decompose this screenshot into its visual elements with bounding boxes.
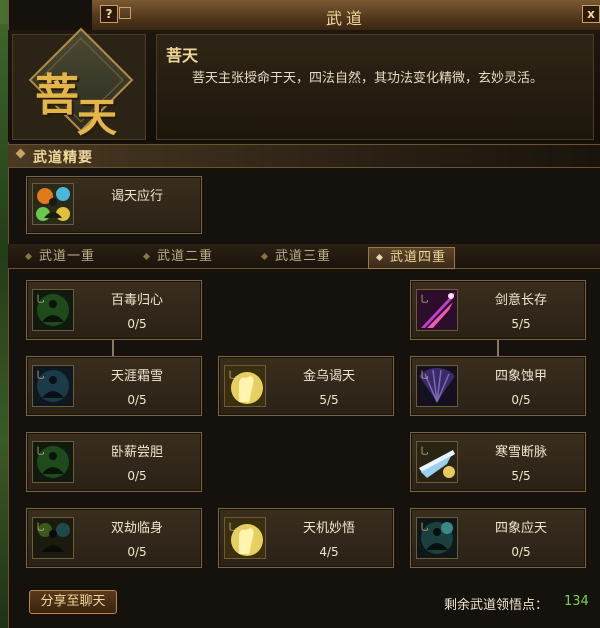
- skill-card[interactable]: 乚 寒雪断脉 5/5: [410, 432, 586, 492]
- skill-level: 0/5: [127, 469, 147, 483]
- share-to-chat-button[interactable]: 分享至聊天: [29, 590, 117, 614]
- skill-level: 0/5: [511, 545, 531, 559]
- golden-palm-icon: 乚: [224, 517, 266, 559]
- tab-tier-3[interactable]: 武道三重: [260, 247, 331, 267]
- school-description: 菩天主张授命于天，四法自然，其功法变化精微，玄妙灵活。: [192, 71, 544, 86]
- skill-card[interactable]: 乚 剑意长存 5/5: [410, 280, 586, 340]
- skill-level: 0/5: [127, 545, 147, 559]
- skill-name: 四象应天: [494, 521, 547, 536]
- skill-name: 天机妙悟: [302, 521, 355, 536]
- skill-card[interactable]: 乚 百毒归心 0/5: [26, 280, 202, 340]
- tree-connector: [497, 340, 499, 356]
- skill-name: 剑意长存: [494, 293, 547, 308]
- skill-card[interactable]: 乚 天涯霜雪 0/5: [26, 356, 202, 416]
- close-button[interactable]: x: [582, 5, 600, 23]
- school-emblem: 菩 天: [12, 27, 146, 141]
- skill-level: 4/5: [319, 545, 339, 559]
- purple-sword-icon: 乚: [416, 289, 458, 331]
- tab-tier-1[interactable]: 武道一重: [24, 247, 95, 267]
- skill-name: 天涯霜雪: [110, 369, 163, 384]
- title-bar[interactable]: 武道: [92, 0, 600, 31]
- skill-name: 双劫临身: [110, 521, 163, 536]
- skill-card[interactable]: 乚 双劫临身 0/5: [26, 508, 202, 568]
- school-name: 菩天: [166, 46, 199, 65]
- green-meditation-icon: 乚: [32, 441, 74, 483]
- purple-fan-icon: 乚: [416, 365, 458, 407]
- tab-tier-2[interactable]: 武道二重: [142, 247, 213, 267]
- skill-name: 四象蚀甲: [494, 369, 547, 384]
- skill-level: 5/5: [319, 393, 339, 407]
- teal-meditation-icon: 乚: [416, 517, 458, 559]
- green-meditation-icon: 乚: [32, 289, 74, 331]
- section-heading-bar: [8, 144, 600, 168]
- help-frame-icon: [119, 7, 131, 19]
- tree-connector: [112, 340, 114, 356]
- skill-card[interactable]: 乚 四象应天 0/5: [410, 508, 586, 568]
- ice-sword-icon: 乚: [416, 441, 458, 483]
- remaining-points-label: 剩余武道领悟点：: [444, 598, 549, 613]
- skill-card[interactable]: 乚 四象蚀甲 0/5: [410, 356, 586, 416]
- skill-name: 百毒归心: [110, 293, 163, 308]
- remaining-points-value: 134: [564, 594, 589, 609]
- skill-card[interactable]: 乚 天机妙悟 4/5: [218, 508, 394, 568]
- meditation-icon: [32, 183, 74, 225]
- skill-name: 寒雪断脉: [494, 445, 547, 460]
- emblem-char-1: 菩: [35, 70, 79, 121]
- skill-name: 卧薪尝胆: [110, 445, 163, 460]
- window-title: 武道: [325, 9, 366, 28]
- blue-meditation-icon: 乚: [32, 365, 74, 407]
- skill-card[interactable]: 乚 金乌谒天 5/5: [218, 356, 394, 416]
- skill-name: 金乌谒天: [302, 369, 355, 384]
- help-button[interactable]: ?: [100, 5, 118, 23]
- emblem-char-2: 天: [77, 94, 117, 141]
- green-meditation-icon: 乚: [32, 517, 74, 559]
- essential-skill-card[interactable]: 谒天应行: [26, 176, 202, 234]
- skill-level: 0/5: [127, 393, 147, 407]
- essential-skill-name: 谒天应行: [110, 189, 163, 204]
- skill-level: 0/5: [511, 393, 531, 407]
- section-heading: 武道精要: [33, 150, 93, 166]
- skill-level: 0/5: [127, 317, 147, 331]
- skill-level: 5/5: [511, 317, 531, 331]
- skill-level: 5/5: [511, 469, 531, 483]
- tab-tier-4[interactable]: 武道四重: [368, 247, 456, 269]
- golden-palm-icon: 乚: [224, 365, 266, 407]
- skill-card[interactable]: 乚 卧薪尝胆 0/5: [26, 432, 202, 492]
